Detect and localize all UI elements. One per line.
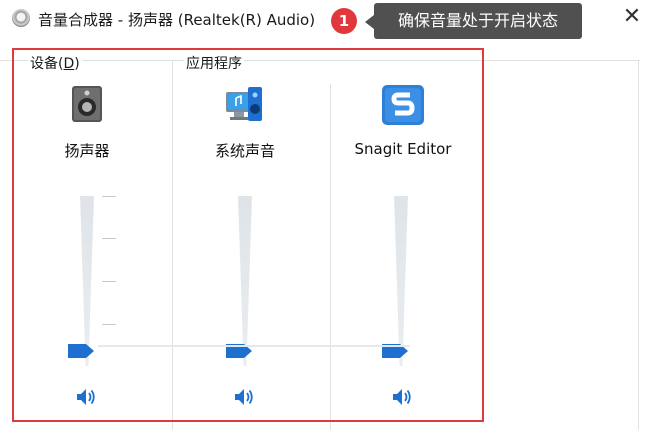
highlight-frame (12, 48, 484, 422)
close-button[interactable]: ✕ (618, 3, 646, 31)
step-badge: 1 (331, 8, 357, 34)
instruction-tooltip: 确保音量处于开启状态 (365, 3, 582, 39)
window-title: 音量合成器 - 扬声器 (Realtek(R) Audio) (38, 11, 316, 29)
panel-divider (638, 60, 639, 430)
speaker-dial-icon (12, 9, 30, 27)
